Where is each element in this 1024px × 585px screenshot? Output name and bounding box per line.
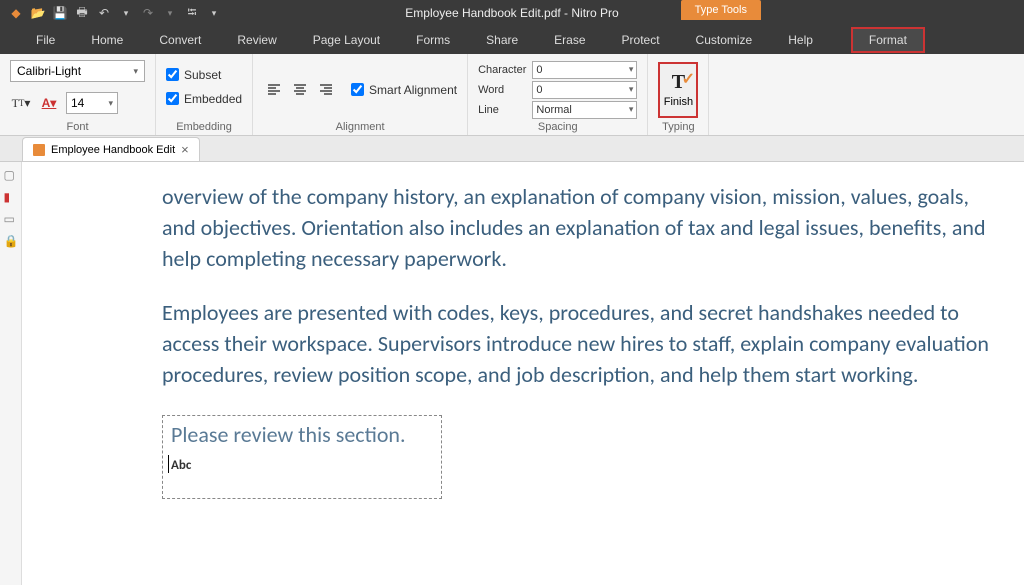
menu-home[interactable]: Home <box>73 27 141 53</box>
font-color-button[interactable]: A▾ <box>38 92 60 114</box>
print-icon[interactable]: 🖶 <box>74 5 90 21</box>
menu-customize[interactable]: Customize <box>678 27 771 53</box>
font-size-input[interactable]: 14 ▾ <box>66 92 118 114</box>
font-size-value: 14 <box>71 96 84 110</box>
bookmarks-panel-icon[interactable]: ▮ <box>4 190 18 204</box>
align-right-button[interactable] <box>315 79 337 101</box>
menu-file[interactable]: File <box>18 27 73 53</box>
redo-caret-icon[interactable]: ▾ <box>162 5 178 21</box>
character-spacing-input[interactable]: 0▾ <box>532 61 637 79</box>
menu-format[interactable]: Format <box>851 27 925 53</box>
text-scale-button[interactable]: TT▾ <box>10 92 32 114</box>
group-label-alignment: Alignment <box>263 121 457 133</box>
redo-icon[interactable]: ↷ <box>140 5 156 21</box>
title-bar: ◆ 📂 💾 🖶 ↶ ▾ ↷ ▾ ⭾ ▾ Employee Handbook Ed… <box>0 0 1024 26</box>
smart-alignment-label: Smart Alignment <box>369 83 457 97</box>
document-body: overview of the company history, an expl… <box>162 182 994 499</box>
ribbon-format: Calibri-Light ▾ TT▾ A▾ 14 ▾ Font Subset <box>0 54 1024 136</box>
ribbon-group-spacing: Character 0▾ Word 0▾ Line Normal▾ Spacin… <box>468 54 648 135</box>
word-spacing-label: Word <box>478 84 526 96</box>
group-label-font: Font <box>10 121 145 133</box>
group-label-embedding: Embedding <box>166 121 242 133</box>
menu-help[interactable]: Help <box>770 27 831 53</box>
finish-button[interactable]: T✓ Finish <box>658 62 698 118</box>
close-tab-icon[interactable]: × <box>181 142 189 157</box>
menu-forms[interactable]: Forms <box>398 27 468 53</box>
document-tab-label: Employee Handbook Edit <box>51 144 175 156</box>
qat-customize-icon[interactable]: ▾ <box>206 5 222 21</box>
smart-alignment-input[interactable] <box>351 83 364 96</box>
embedded-checkbox[interactable]: Embedded <box>166 92 242 106</box>
window-title: Employee Handbook Edit.pdf - Nitro Pro <box>405 6 618 20</box>
word-spacing-input[interactable]: 0▾ <box>532 81 637 99</box>
finish-label: Finish <box>664 96 693 108</box>
type-cursor-indicator: Abc <box>171 457 433 475</box>
subset-label: Subset <box>184 68 221 82</box>
chevron-down-icon: ▾ <box>108 98 113 109</box>
font-family-value: Calibri-Light <box>17 64 81 78</box>
save-icon[interactable]: 💾 <box>52 5 68 21</box>
open-icon[interactable]: 📂 <box>30 5 46 21</box>
ribbon-group-alignment: Smart Alignment Alignment <box>253 54 468 135</box>
subset-checkbox-input[interactable] <box>166 68 179 81</box>
embedded-label: Embedded <box>184 92 242 106</box>
align-center-button[interactable] <box>289 79 311 101</box>
group-label-spacing: Spacing <box>478 121 637 133</box>
side-panel: ▢ ▮ ▭ 🔒 <box>0 162 22 585</box>
smart-alignment-checkbox[interactable]: Smart Alignment <box>351 83 457 97</box>
menu-review[interactable]: Review <box>219 27 294 53</box>
text-edit-box[interactable]: Please review this section. Abc <box>162 415 442 499</box>
select-tool-icon[interactable]: ⭾ <box>184 5 200 21</box>
quick-access-toolbar: ◆ 📂 💾 🖶 ↶ ▾ ↷ ▾ ⭾ ▾ <box>0 5 222 21</box>
document-view[interactable]: overview of the company history, an expl… <box>22 162 1024 585</box>
embedded-checkbox-input[interactable] <box>166 92 179 105</box>
menu-page-layout[interactable]: Page Layout <box>295 27 398 53</box>
line-spacing-input[interactable]: Normal▾ <box>532 101 637 119</box>
font-family-dropdown[interactable]: Calibri-Light ▾ <box>10 60 145 82</box>
character-spacing-label: Character <box>478 64 526 76</box>
paragraph-2: Employees are presented with codes, keys… <box>162 298 994 390</box>
pdf-icon <box>33 144 45 156</box>
menu-share[interactable]: Share <box>468 27 536 53</box>
group-label-typing: Typing <box>658 121 698 133</box>
menu-bar: File Home Convert Review Page Layout For… <box>0 26 1024 54</box>
contextual-tab-type-tools[interactable]: Type Tools <box>681 0 761 20</box>
pages-panel-icon[interactable]: ▢ <box>4 168 18 182</box>
document-tab-bar: Employee Handbook Edit × <box>0 136 1024 162</box>
subset-checkbox[interactable]: Subset <box>166 68 221 82</box>
finish-icon: T✓ <box>672 71 685 94</box>
main-area: ▢ ▮ ▭ 🔒 overview of the company history,… <box>0 162 1024 585</box>
layers-panel-icon[interactable]: ▭ <box>4 212 18 226</box>
chevron-down-icon: ▾ <box>133 66 138 77</box>
ribbon-group-typing: T✓ Finish Typing <box>648 54 709 135</box>
menu-convert[interactable]: Convert <box>141 27 219 53</box>
app-icon: ◆ <box>8 5 24 21</box>
menu-erase[interactable]: Erase <box>536 27 603 53</box>
line-spacing-label: Line <box>478 104 526 116</box>
document-tab[interactable]: Employee Handbook Edit × <box>22 137 200 161</box>
ribbon-group-embedding: Subset Embedded Embedding <box>156 54 253 135</box>
menu-protect[interactable]: Protect <box>604 27 678 53</box>
undo-icon[interactable]: ↶ <box>96 5 112 21</box>
undo-caret-icon[interactable]: ▾ <box>118 5 134 21</box>
security-panel-icon[interactable]: 🔒 <box>4 234 18 248</box>
ribbon-group-font: Calibri-Light ▾ TT▾ A▾ 14 ▾ Font <box>0 54 156 135</box>
paragraph-1: overview of the company history, an expl… <box>162 182 994 274</box>
align-left-button[interactable] <box>263 79 285 101</box>
edit-note-text[interactable]: Please review this section. <box>171 420 433 451</box>
